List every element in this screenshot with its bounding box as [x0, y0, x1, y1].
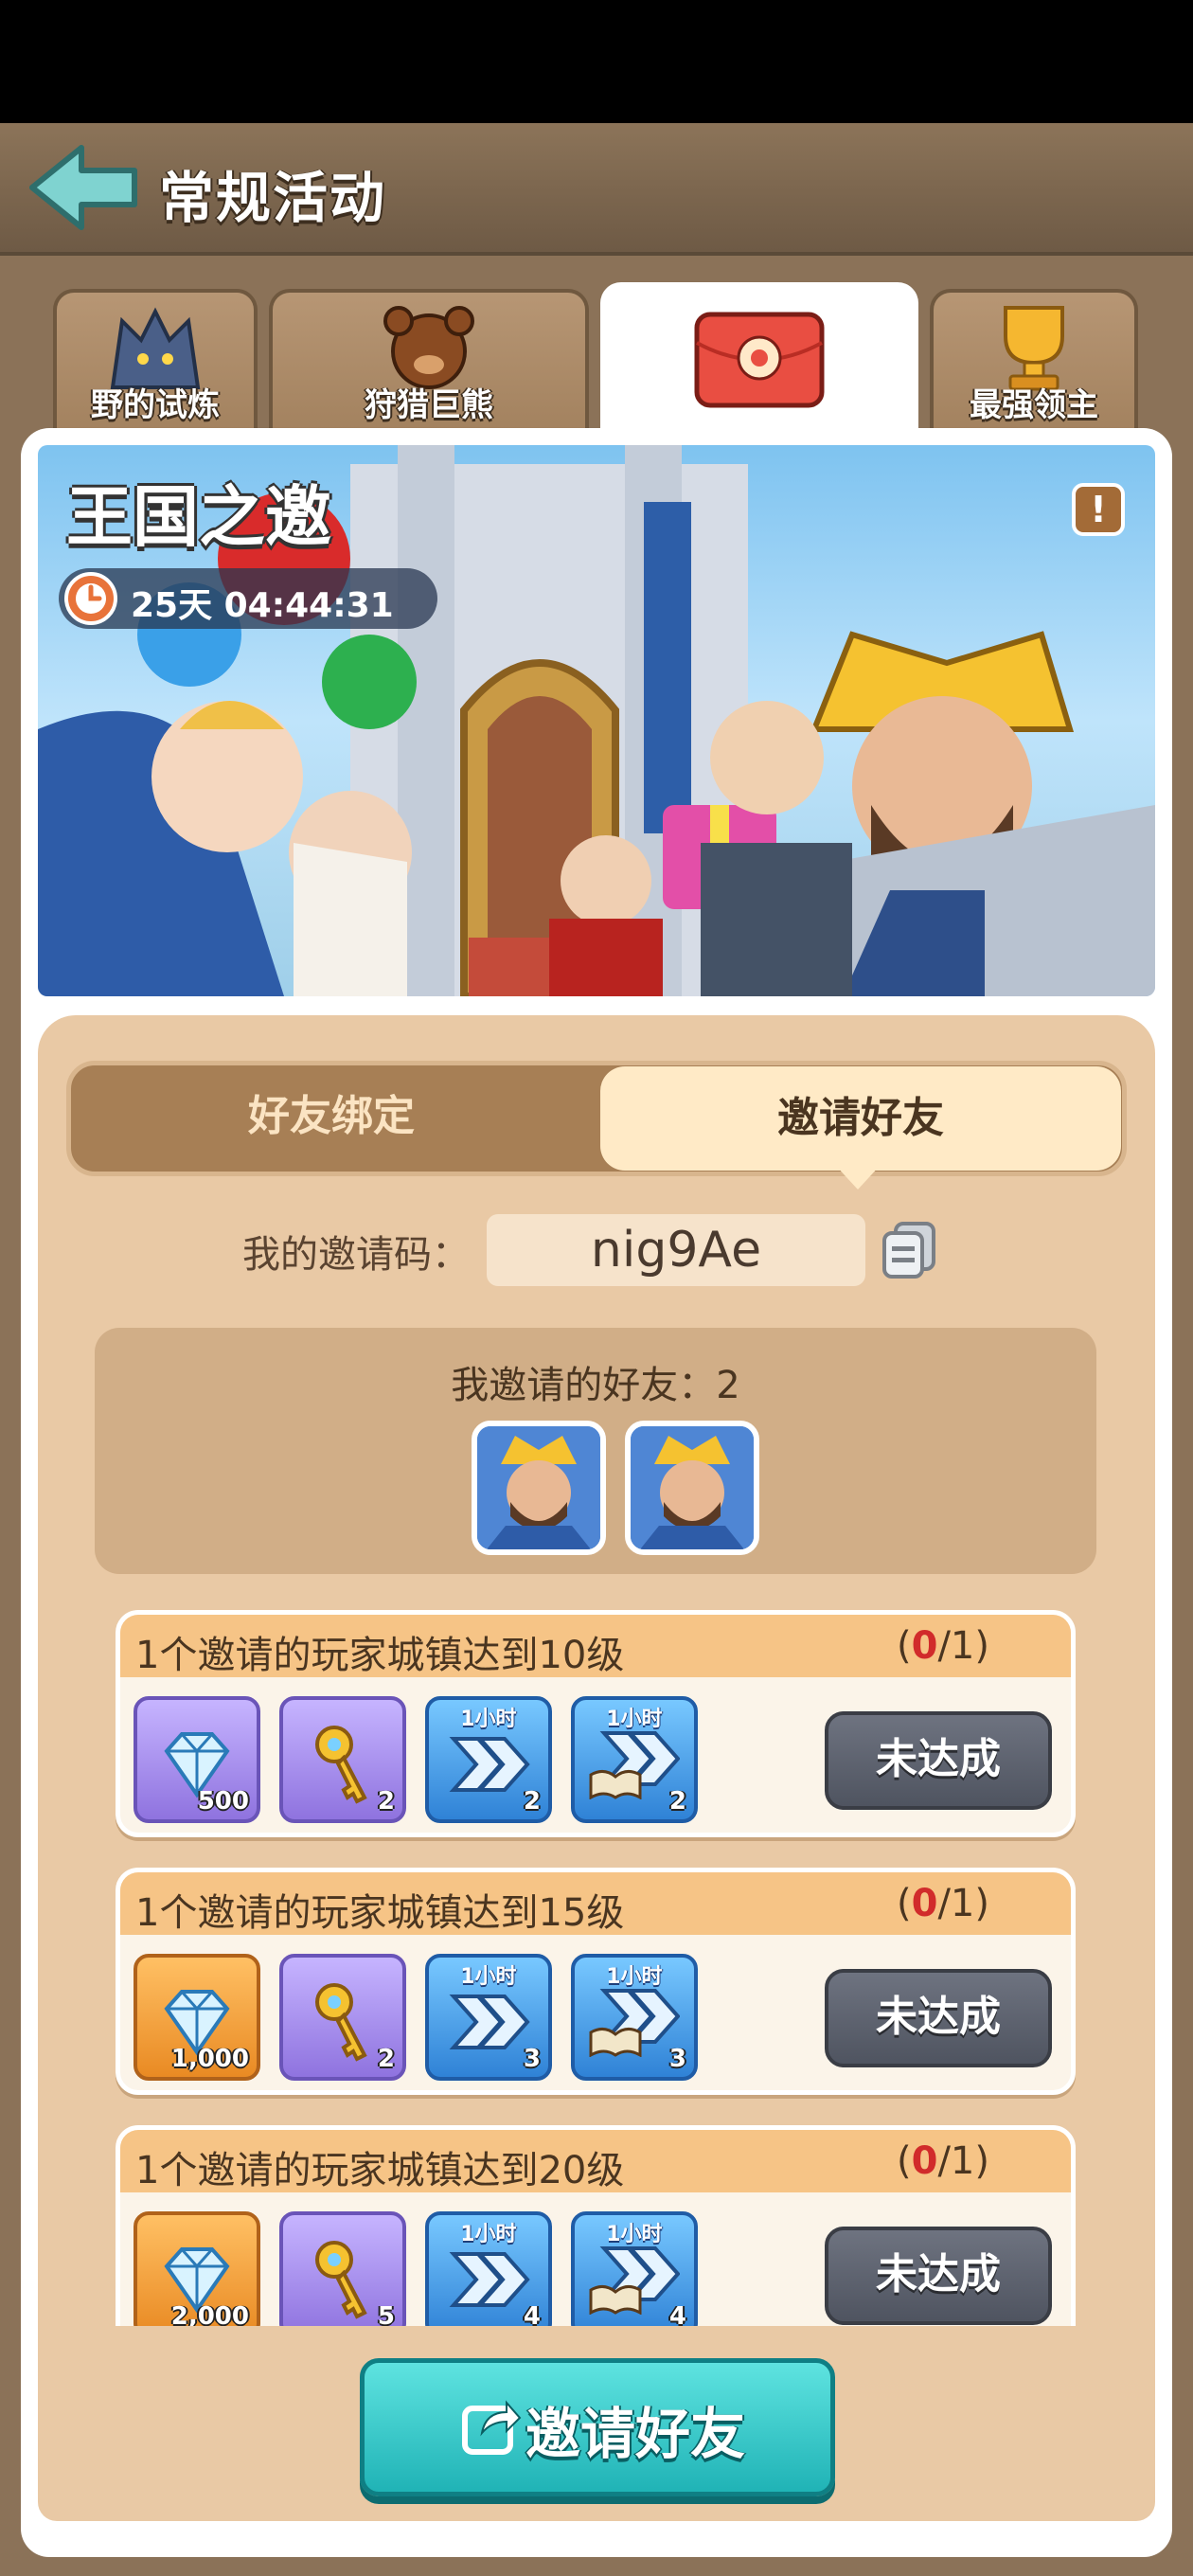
reward-duration: 1小时	[606, 1708, 663, 1731]
tab-trial[interactable]: 野的试炼	[53, 289, 258, 431]
event-timer: 25天 04:44:31	[59, 568, 437, 629]
reward-item[interactable]: 1小时 3	[571, 1954, 698, 2081]
red-envelope-icon	[693, 311, 826, 413]
share-icon	[459, 2395, 522, 2458]
tab-friend-bind[interactable]: 好友绑定	[66, 1061, 596, 1176]
invite-code-value: nig9Ae	[487, 1214, 865, 1286]
reward-quantity: 1,000	[170, 2045, 249, 2073]
avatar[interactable]	[625, 1421, 759, 1555]
task-header: 1个邀请的玩家城镇达到20级 (0/1)	[120, 2130, 1071, 2192]
reward-quantity: 3	[668, 2045, 686, 2073]
task-header: 1个邀请的玩家城镇达到10级 (0/1)	[120, 1615, 1071, 1677]
tab-bear-hunt[interactable]: 狩猎巨熊	[269, 289, 589, 431]
page-title: 常规活动	[159, 166, 387, 230]
info-icon[interactable]: !	[1072, 483, 1125, 536]
reward-quantity: 500	[197, 1787, 249, 1816]
reward-item[interactable]: 1小时 2	[571, 1696, 698, 1823]
reward-quantity: 4	[668, 2302, 686, 2326]
reward-item[interactable]: 2	[279, 1954, 406, 2081]
status-bar	[0, 0, 1193, 123]
tab-invite-friends[interactable]: 邀请好友	[600, 1066, 1121, 1171]
task-card: 1个邀请的玩家城镇达到10级 (0/1) 500 2 1小时 2 1小时 2 未达成	[116, 1610, 1076, 1837]
reward-quantity: 2	[377, 2045, 395, 2073]
task-status-button[interactable]: 未达成	[825, 1711, 1052, 1810]
reward-duration: 1小时	[606, 1965, 663, 1989]
task-progress: (0/1)	[897, 1882, 989, 1925]
reward-item[interactable]: 1小时 3	[425, 1954, 552, 2081]
task-status-button[interactable]: 未达成	[825, 2227, 1052, 2325]
reward-quantity: 2,000	[170, 2302, 249, 2326]
reward-duration: 1小时	[606, 2223, 663, 2246]
reward-item[interactable]: 1小时 4	[425, 2211, 552, 2326]
task-progress-current: 0	[911, 2139, 938, 2183]
reward-duration: 1小时	[460, 1965, 517, 1989]
reward-item[interactable]: 1小时 2	[425, 1696, 552, 1823]
reward-quantity: 2	[377, 1787, 395, 1816]
tab-strongest-lord[interactable]: 最强领主	[930, 289, 1138, 431]
reward-item[interactable]: 500	[134, 1696, 260, 1823]
event-banner: 王国之邀 25天 04:44:31 !	[38, 445, 1155, 996]
reward-duration: 1小时	[460, 1708, 517, 1731]
task-title: 1个邀请的玩家城镇达到15级	[135, 1891, 625, 1935]
task-title: 1个邀请的玩家城镇达到10级	[135, 1634, 625, 1677]
task-progress-current: 0	[911, 1882, 938, 1925]
task-list[interactable]: 1个邀请的玩家城镇达到10级 (0/1) 500 2 1小时 2 1小时 2 未达成 1个邀请的玩…	[38, 1601, 1155, 2326]
back-arrow-icon[interactable]	[27, 140, 140, 235]
event-title: 王国之邀	[66, 478, 331, 556]
tab-label: 狩猎巨熊	[365, 386, 493, 424]
tab-label: 野的试炼	[91, 386, 220, 424]
invite-friends-button[interactable]: 邀请好友	[360, 2358, 835, 2496]
task-status-button[interactable]: 未达成	[825, 1969, 1052, 2067]
avatar[interactable]	[472, 1421, 606, 1555]
copy-icon[interactable]	[879, 1220, 939, 1280]
reward-item[interactable]: 1小时 4	[571, 2211, 698, 2326]
tab-invite[interactable]	[600, 282, 918, 443]
invite-button-label: 邀请好友	[525, 2402, 746, 2466]
task-progress: (0/1)	[897, 2139, 989, 2183]
reward-item[interactable]: 2,000	[134, 2211, 260, 2326]
task-card: 1个邀请的玩家城镇达到15级 (0/1) 1,000 2 1小时 3 1小时 3 未达成	[116, 1868, 1076, 2095]
reward-item[interactable]: 1,000	[134, 1954, 260, 2081]
clock-icon	[64, 572, 117, 625]
invited-friends-label: 我邀请的好友：2	[451, 1364, 740, 1407]
task-header: 1个邀请的玩家城镇达到15级 (0/1)	[120, 1872, 1071, 1935]
invited-friends-box: 我邀请的好友：2	[95, 1328, 1096, 1574]
reward-item[interactable]: 2	[279, 1696, 406, 1823]
invite-code-label: 我的邀请码：	[242, 1233, 470, 1277]
header-bar: 常规活动	[0, 123, 1193, 256]
reward-quantity: 3	[523, 2045, 541, 2073]
tab-label: 最强领主	[970, 386, 1098, 424]
segment-pointer	[835, 1165, 881, 1190]
task-card: 1个邀请的玩家城镇达到20级 (0/1) 2,000 5 1小时 4 1小时 4 未达成	[116, 2125, 1076, 2326]
reward-quantity: 2	[523, 1787, 541, 1816]
task-progress-current: 0	[911, 1624, 938, 1668]
reward-duration: 1小时	[460, 2223, 517, 2246]
reward-quantity: 2	[668, 1787, 686, 1816]
timer-text: 25天 04:44:31	[131, 586, 394, 625]
reward-item[interactable]: 5	[279, 2211, 406, 2326]
task-title: 1个邀请的玩家城镇达到20级	[135, 2149, 625, 2192]
reward-quantity: 5	[377, 2302, 395, 2326]
reward-quantity: 4	[523, 2302, 541, 2326]
task-progress: (0/1)	[897, 1624, 989, 1668]
